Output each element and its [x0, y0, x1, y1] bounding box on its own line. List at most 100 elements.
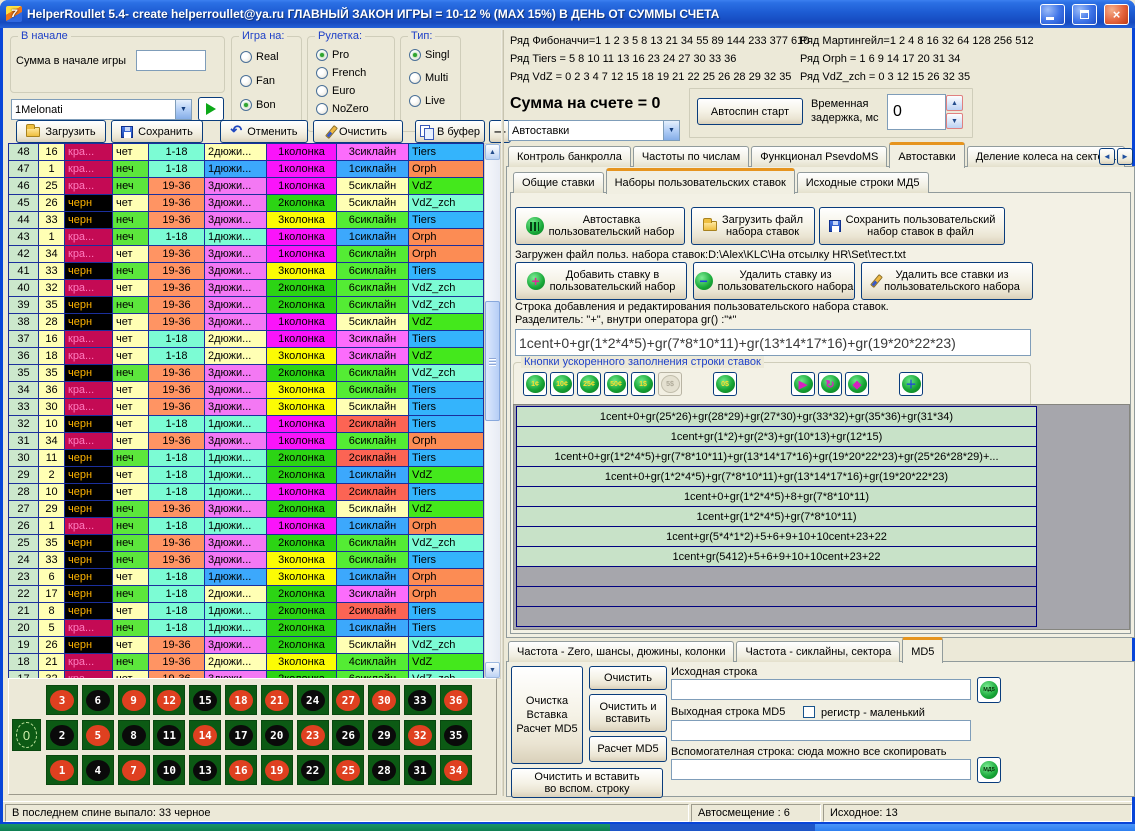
remove-all-bets-button[interactable]: Удалить все ставки изпользовательского н…: [861, 262, 1033, 300]
quick-coin-0usd[interactable]: 0$: [713, 372, 737, 396]
minimize-button[interactable]: [1040, 4, 1065, 25]
history-row[interactable]: 2810чернчет1-181дюжи...1колонка2сиклайнT…: [9, 484, 484, 501]
history-row[interactable]: 3210чернчет1-181дюжи...1колонка2сиклайнT…: [9, 416, 484, 433]
load-bet-file-button[interactable]: Загрузить файлнабора ставок: [691, 207, 815, 245]
history-row[interactable]: 4032кра...чет19-363дюжи...2колонка6сикла…: [9, 280, 484, 297]
quick-action-play[interactable]: ▶: [791, 372, 815, 396]
bet-list-item[interactable]: 1cent+gr(5412)+5+6+9+10+10cent+23+22: [516, 546, 1037, 567]
history-row[interactable]: 2535черннеч19-363дюжи...2колонка6сиклайн…: [9, 535, 484, 552]
board-cell-14[interactable]: 14: [189, 720, 221, 750]
scroll-up-icon[interactable]: ▲: [485, 144, 500, 160]
history-row[interactable]: 4133черннеч19-363дюжи...3колонка6сиклайн…: [9, 263, 484, 280]
board-cell-13[interactable]: 13: [189, 755, 221, 785]
history-row[interactable]: 3828чернчет19-363дюжи...1колонка5сиклайн…: [9, 314, 484, 331]
board-cell-19[interactable]: 19: [261, 755, 293, 785]
history-row[interactable]: 2433черннеч19-363дюжи...3колонка6сиклайн…: [9, 552, 484, 569]
run-strategy-button[interactable]: [198, 97, 224, 121]
board-cell-35[interactable]: 35: [440, 720, 472, 750]
quick-coin-25c[interactable]: 25¢: [577, 372, 601, 396]
history-row[interactable]: 4816кра...чет1-182дюжи...1колонка3сиклай…: [9, 144, 484, 161]
bet-set-list[interactable]: 1cent+0+gr(25*26)+gr(28*29)+gr(27*30)+gr…: [513, 404, 1130, 630]
history-row[interactable]: 3134кра...чет19-363дюжи...1колонка6сикла…: [9, 433, 484, 450]
game-on-option-bon[interactable]: Bon: [240, 99, 276, 111]
board-cell-16[interactable]: 16: [225, 755, 257, 785]
register-checkbox[interactable]: [803, 706, 815, 718]
delay-spinbox[interactable]: 0: [887, 94, 946, 130]
load-button[interactable]: Загрузить: [16, 120, 106, 143]
board-cell-24[interactable]: 24: [297, 685, 329, 715]
board-cell-33[interactable]: 33: [404, 685, 436, 715]
history-row[interactable]: 3330кра...чет19-363дюжи...3колонка5сикла…: [9, 399, 484, 416]
main-tab-3[interactable]: Автоставки: [889, 142, 964, 168]
type-option-singl[interactable]: Singl: [409, 49, 449, 61]
quick-coin-1usd[interactable]: 1$: [631, 372, 655, 396]
md5-calc-aux-button[interactable]: МД5: [977, 757, 1001, 783]
start-sum-input[interactable]: [136, 50, 206, 71]
spin-up-icon[interactable]: ▲: [946, 95, 963, 111]
board-cell-20[interactable]: 20: [261, 720, 293, 750]
board-cell-30[interactable]: 30: [368, 685, 400, 715]
autobet-user-set-button[interactable]: Автоставкапользовательский набор: [515, 207, 685, 245]
board-cell-9[interactable]: 9: [118, 685, 150, 715]
roulette-option-pro[interactable]: Pro: [316, 49, 349, 61]
board-cell-21[interactable]: 21: [261, 685, 293, 715]
chevron-down-icon[interactable]: ▼: [175, 100, 191, 119]
autospin-start-button[interactable]: Автоспин старт: [697, 98, 803, 125]
add-bet-button[interactable]: +Добавить ставку впользовательский набор: [515, 262, 687, 300]
strategy-combobox[interactable]: 1Melonati ▼: [11, 99, 192, 120]
remove-bet-button[interactable]: −Удалить ставку изпользовательского набо…: [693, 262, 855, 300]
copy-to-buffer-button[interactable]: В буфер: [415, 120, 485, 143]
quick-action-cross[interactable]: ＋: [899, 372, 923, 396]
close-button[interactable]: ×: [1104, 4, 1129, 25]
bet-string-input[interactable]: [515, 329, 1031, 356]
game-on-option-fan[interactable]: Fan: [240, 75, 275, 87]
type-option-live[interactable]: Live: [409, 95, 445, 107]
md5-calc-source-button[interactable]: МД5: [977, 677, 1001, 703]
history-row[interactable]: 205кра...неч1-181дюжи...2колонка1сиклайн…: [9, 620, 484, 637]
chevron-down-icon[interactable]: ▼: [663, 121, 679, 140]
md5-aux-input[interactable]: [671, 759, 971, 780]
main-tab-0[interactable]: Контроль банкролла: [508, 146, 631, 167]
bet-list-item[interactable]: 1cent+0+gr(1*2*4*5)+gr(7*8*10*11)+gr(13*…: [516, 446, 1037, 467]
md5-output-input[interactable]: [671, 720, 971, 741]
quick-coin-50c[interactable]: 50¢: [604, 372, 628, 396]
history-row[interactable]: 3535черннеч19-363дюжи...2колонка6сиклайн…: [9, 365, 484, 382]
scrollbar-thumb[interactable]: [485, 301, 500, 421]
history-row[interactable]: 2217черннеч1-182дюжи...2колонка3сиклайнO…: [9, 586, 484, 603]
history-row[interactable]: 3935черннеч19-363дюжи...2колонка6сиклайн…: [9, 297, 484, 314]
bottom-tab-1[interactable]: Частота - сиклайны, сектора: [736, 641, 900, 662]
history-row[interactable]: 236чернчет1-181дюжи...3колонка1сиклайнOr…: [9, 569, 484, 586]
board-cell-31[interactable]: 31: [404, 755, 436, 785]
board-cell-0[interactable]: 0: [12, 719, 41, 751]
board-cell-34[interactable]: 34: [440, 755, 472, 785]
history-row[interactable]: 4625кра...неч19-363дюжи...1колонка5сикла…: [9, 178, 484, 195]
history-row[interactable]: 1926чернчет19-363дюжи...2колонка5сиклайн…: [9, 637, 484, 654]
roulette-option-french[interactable]: French: [316, 67, 366, 79]
type-option-multi[interactable]: Multi: [409, 72, 448, 84]
history-row[interactable]: 261кра...неч1-181дюжи...1колонка1сиклайн…: [9, 518, 484, 535]
roulette-option-nozero[interactable]: NoZero: [316, 103, 369, 115]
undo-button[interactable]: Отменить: [220, 120, 308, 143]
quick-action-repeat[interactable]: ↻: [818, 372, 842, 396]
clear-button[interactable]: Очистить: [313, 120, 403, 143]
board-cell-5[interactable]: 5: [82, 720, 114, 750]
history-row[interactable]: 3011черннеч1-181дюжи...2колонка2сиклайнT…: [9, 450, 484, 467]
board-cell-11[interactable]: 11: [153, 720, 185, 750]
game-on-option-real[interactable]: Real: [240, 51, 279, 63]
history-row[interactable]: 471кра...неч1-181дюжи...1колонка1сиклайн…: [9, 161, 484, 178]
bottom-tab-2[interactable]: MD5: [902, 637, 943, 663]
sub-tab-2[interactable]: Исходные строки МД5: [797, 172, 929, 193]
history-scrollbar[interactable]: ▲ ▼: [484, 143, 501, 679]
quick-coin-1c[interactable]: 1¢: [523, 372, 547, 396]
board-cell-10[interactable]: 10: [153, 755, 185, 785]
bet-list-item[interactable]: 1cent+0+gr(25*26)+gr(28*29)+gr(27*30)+gr…: [516, 406, 1037, 427]
history-row[interactable]: 2729черннеч19-363дюжи...2колонка5сиклайн…: [9, 501, 484, 518]
md5-clear-paste-aux-button[interactable]: Очистить и вставить во вспом. строку: [511, 768, 663, 798]
bet-list-item[interactable]: 1cent+0+gr(1*2*4*5)+gr(7*8*10*11)+gr(13*…: [516, 466, 1037, 487]
history-row[interactable]: 4433черннеч19-363дюжи...3колонка6сиклайн…: [9, 212, 484, 229]
history-row[interactable]: 3716кра...чет1-182дюжи...1колонка3сиклай…: [9, 331, 484, 348]
board-cell-32[interactable]: 32: [404, 720, 436, 750]
scroll-down-icon[interactable]: ▼: [485, 662, 500, 678]
board-cell-23[interactable]: 23: [297, 720, 329, 750]
board-cell-2[interactable]: 2: [46, 720, 78, 750]
